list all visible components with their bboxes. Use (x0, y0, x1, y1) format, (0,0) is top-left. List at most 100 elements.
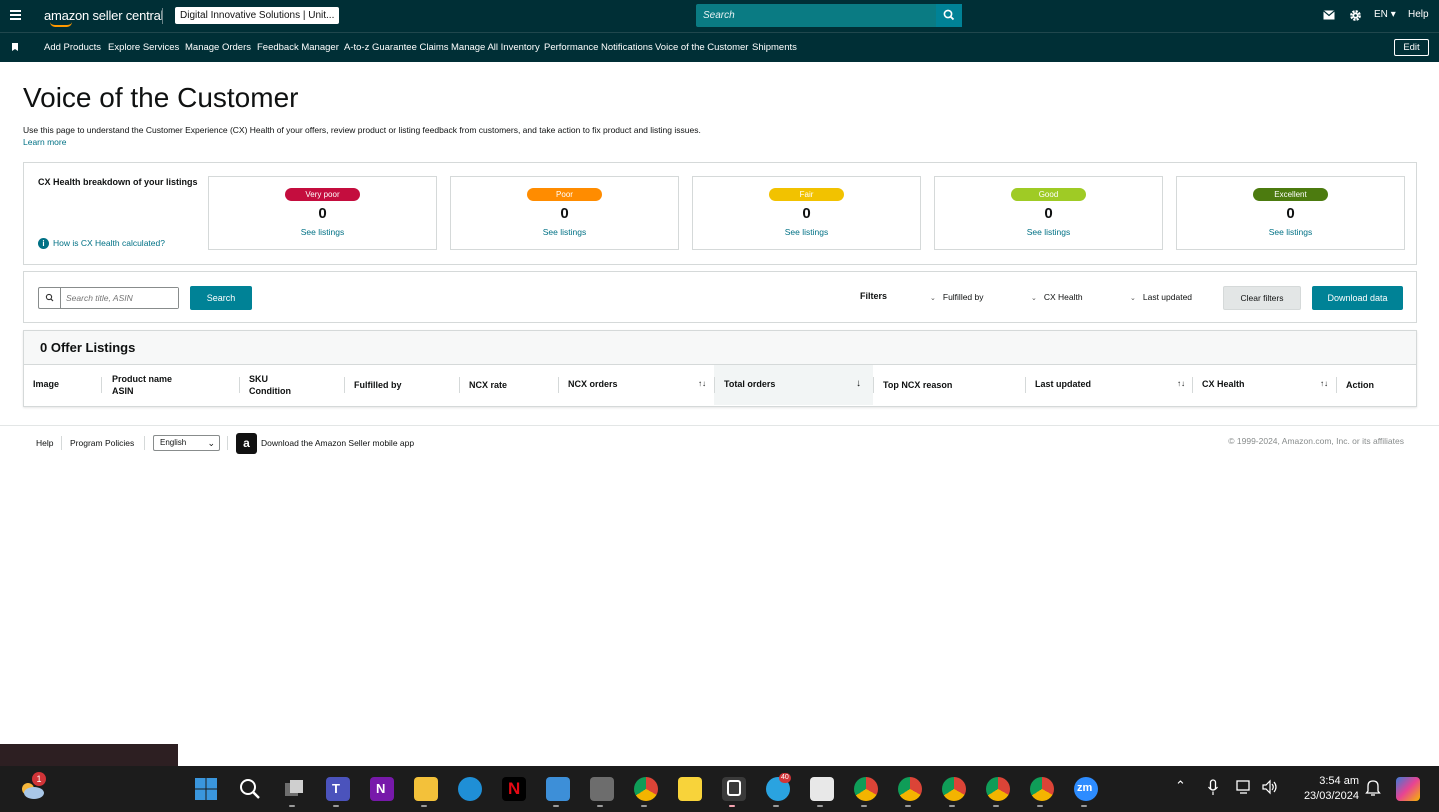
chrome-profile-icon[interactable] (1030, 777, 1054, 801)
nav-explore-services[interactable]: Explore Services (108, 42, 179, 53)
fulfilled-by-dropdown[interactable]: ⌄ Fulfilled by (930, 292, 984, 302)
nav-shipments[interactable]: Shipments (752, 42, 797, 53)
chrome-profile-icon[interactable] (854, 777, 878, 801)
onenote-icon[interactable]: N (370, 777, 394, 801)
cx-health-help-link[interactable]: i How is CX Health calculated? (38, 238, 165, 249)
offer-listings-table: 0 Offer Listings Image Product name ASIN… (23, 330, 1417, 407)
amazon-app-icon[interactable]: a (236, 433, 257, 454)
remote-app-icon[interactable] (722, 777, 746, 801)
mail-icon[interactable] (1323, 10, 1335, 20)
col-sku[interactable]: SKU Condition (239, 365, 344, 405)
copilot-icon[interactable] (1396, 777, 1420, 801)
weather-icon[interactable]: 1 (18, 772, 46, 802)
nav-manage-inventory[interactable]: Manage All Inventory (451, 42, 540, 53)
nav-feedback-manager[interactable]: Feedback Manager (257, 42, 339, 53)
nav-a-to-z-claims[interactable]: A-to-z Guarantee Claims (344, 42, 449, 53)
volume-icon[interactable] (1261, 779, 1279, 795)
col-fulfilled-by[interactable]: Fulfilled by (344, 365, 459, 405)
col-cx-health[interactable]: CX Health ↑↓ (1192, 365, 1336, 405)
clear-filters-button[interactable]: Clear filters (1223, 286, 1301, 310)
col-sublabel: ASIN (112, 386, 134, 396)
seller-central-logo[interactable]: amazon seller central (44, 8, 164, 27)
chevron-up-icon[interactable]: ⌃ (1175, 778, 1186, 794)
running-indicator (1081, 805, 1087, 807)
calculator-icon[interactable] (590, 777, 614, 801)
footer-program-policies-link[interactable]: Program Policies (70, 438, 134, 448)
sort-icon[interactable]: ↑↓ (1320, 379, 1328, 388)
cx-card-good: Good 0 See listings (934, 176, 1163, 250)
divider (162, 8, 163, 24)
column-divider (459, 377, 460, 393)
edit-nav-button[interactable]: Edit (1394, 39, 1429, 56)
learn-more-link[interactable]: Learn more (23, 137, 66, 147)
chrome-profile-icon[interactable] (942, 777, 966, 801)
footer-help-link[interactable]: Help (36, 438, 53, 448)
netflix-icon[interactable]: N (502, 777, 526, 801)
download-data-button[interactable]: Download data (1312, 286, 1403, 310)
notification-badge: 40 (779, 773, 791, 783)
gear-icon[interactable] (1349, 9, 1362, 22)
telegram-icon[interactable]: 40 (766, 773, 791, 801)
col-ncx-orders[interactable]: NCX orders ↑↓ (558, 365, 714, 405)
search-button[interactable]: Search (190, 286, 252, 310)
notification-badge: 1 (32, 772, 46, 786)
running-indicator (553, 805, 559, 807)
see-listings-link[interactable]: See listings (1177, 227, 1404, 237)
col-product-name[interactable]: Product name ASIN (101, 365, 239, 405)
column-divider (1192, 377, 1193, 393)
bookmark-icon[interactable] (12, 43, 18, 51)
taskbar-search-icon[interactable] (238, 777, 262, 801)
column-divider (714, 377, 715, 393)
task-view-icon[interactable] (282, 777, 306, 801)
footer-language-select[interactable]: English ⌄ (153, 435, 220, 451)
divider (61, 436, 62, 450)
running-indicator (949, 805, 955, 807)
global-search-input[interactable] (696, 4, 936, 27)
cx-health-dropdown[interactable]: ⌄ CX Health (1031, 292, 1083, 302)
sort-icon[interactable]: ↑↓ (698, 379, 706, 388)
network-icon[interactable] (1236, 779, 1254, 795)
menu-icon[interactable] (10, 10, 21, 20)
help-link[interactable]: Help (1408, 9, 1429, 20)
start-icon[interactable] (194, 777, 218, 801)
file-explorer-icon[interactable] (414, 777, 438, 801)
listing-search-input[interactable] (62, 288, 178, 308)
download-app-link[interactable]: Download the Amazon Seller mobile app (261, 438, 414, 448)
see-listings-link[interactable]: See listings (935, 227, 1162, 237)
col-ncx-rate[interactable]: NCX rate (459, 365, 558, 405)
microphone-icon[interactable] (1207, 779, 1219, 797)
global-search-button[interactable] (936, 4, 962, 27)
notepad-icon[interactable] (546, 777, 570, 801)
nav-manage-orders[interactable]: Manage Orders (185, 42, 251, 53)
last-updated-dropdown[interactable]: ⌄ Last updated (1130, 292, 1192, 302)
see-listings-link[interactable]: See listings (209, 227, 436, 237)
running-indicator (333, 805, 339, 807)
sort-icon[interactable]: ↑↓ (1177, 379, 1185, 388)
snipping-tool-icon[interactable] (810, 777, 834, 801)
sort-descending-icon[interactable]: ↓ (856, 378, 861, 389)
chrome-icon[interactable] (634, 777, 658, 801)
col-label: Top NCX reason (883, 380, 953, 390)
col-last-updated[interactable]: Last updated ↑↓ (1025, 365, 1192, 405)
running-indicator (421, 805, 427, 807)
teams-icon[interactable]: T (326, 777, 350, 801)
edge-icon[interactable] (458, 777, 482, 801)
account-switcher[interactable]: Digital Innovative Solutions | Unit... (175, 7, 340, 24)
sticky-notes-icon[interactable] (678, 777, 702, 801)
language-selector[interactable]: EN ▾ (1374, 9, 1396, 20)
col-total-orders[interactable]: Total orders ↓ (714, 365, 873, 405)
chrome-profile-icon[interactable] (986, 777, 1010, 801)
column-divider (344, 377, 345, 393)
chrome-profile-icon[interactable] (898, 777, 922, 801)
nav-add-products[interactable]: Add Products (44, 42, 101, 53)
nav-performance-notifications[interactable]: Performance Notifications (544, 42, 653, 53)
notification-bell-icon[interactable] (1365, 779, 1381, 797)
zoom-icon[interactable]: zm (1074, 777, 1098, 801)
divider (144, 436, 145, 450)
listing-count: 0 (560, 205, 569, 222)
see-listings-link[interactable]: See listings (693, 227, 920, 237)
see-listings-link[interactable]: See listings (451, 227, 678, 237)
system-clock[interactable]: 3:54 am 23/03/2024 (1304, 774, 1359, 804)
nav-voice-of-customer[interactable]: Voice of the Customer (655, 42, 748, 53)
col-top-ncx-reason[interactable]: Top NCX reason (873, 365, 1025, 405)
